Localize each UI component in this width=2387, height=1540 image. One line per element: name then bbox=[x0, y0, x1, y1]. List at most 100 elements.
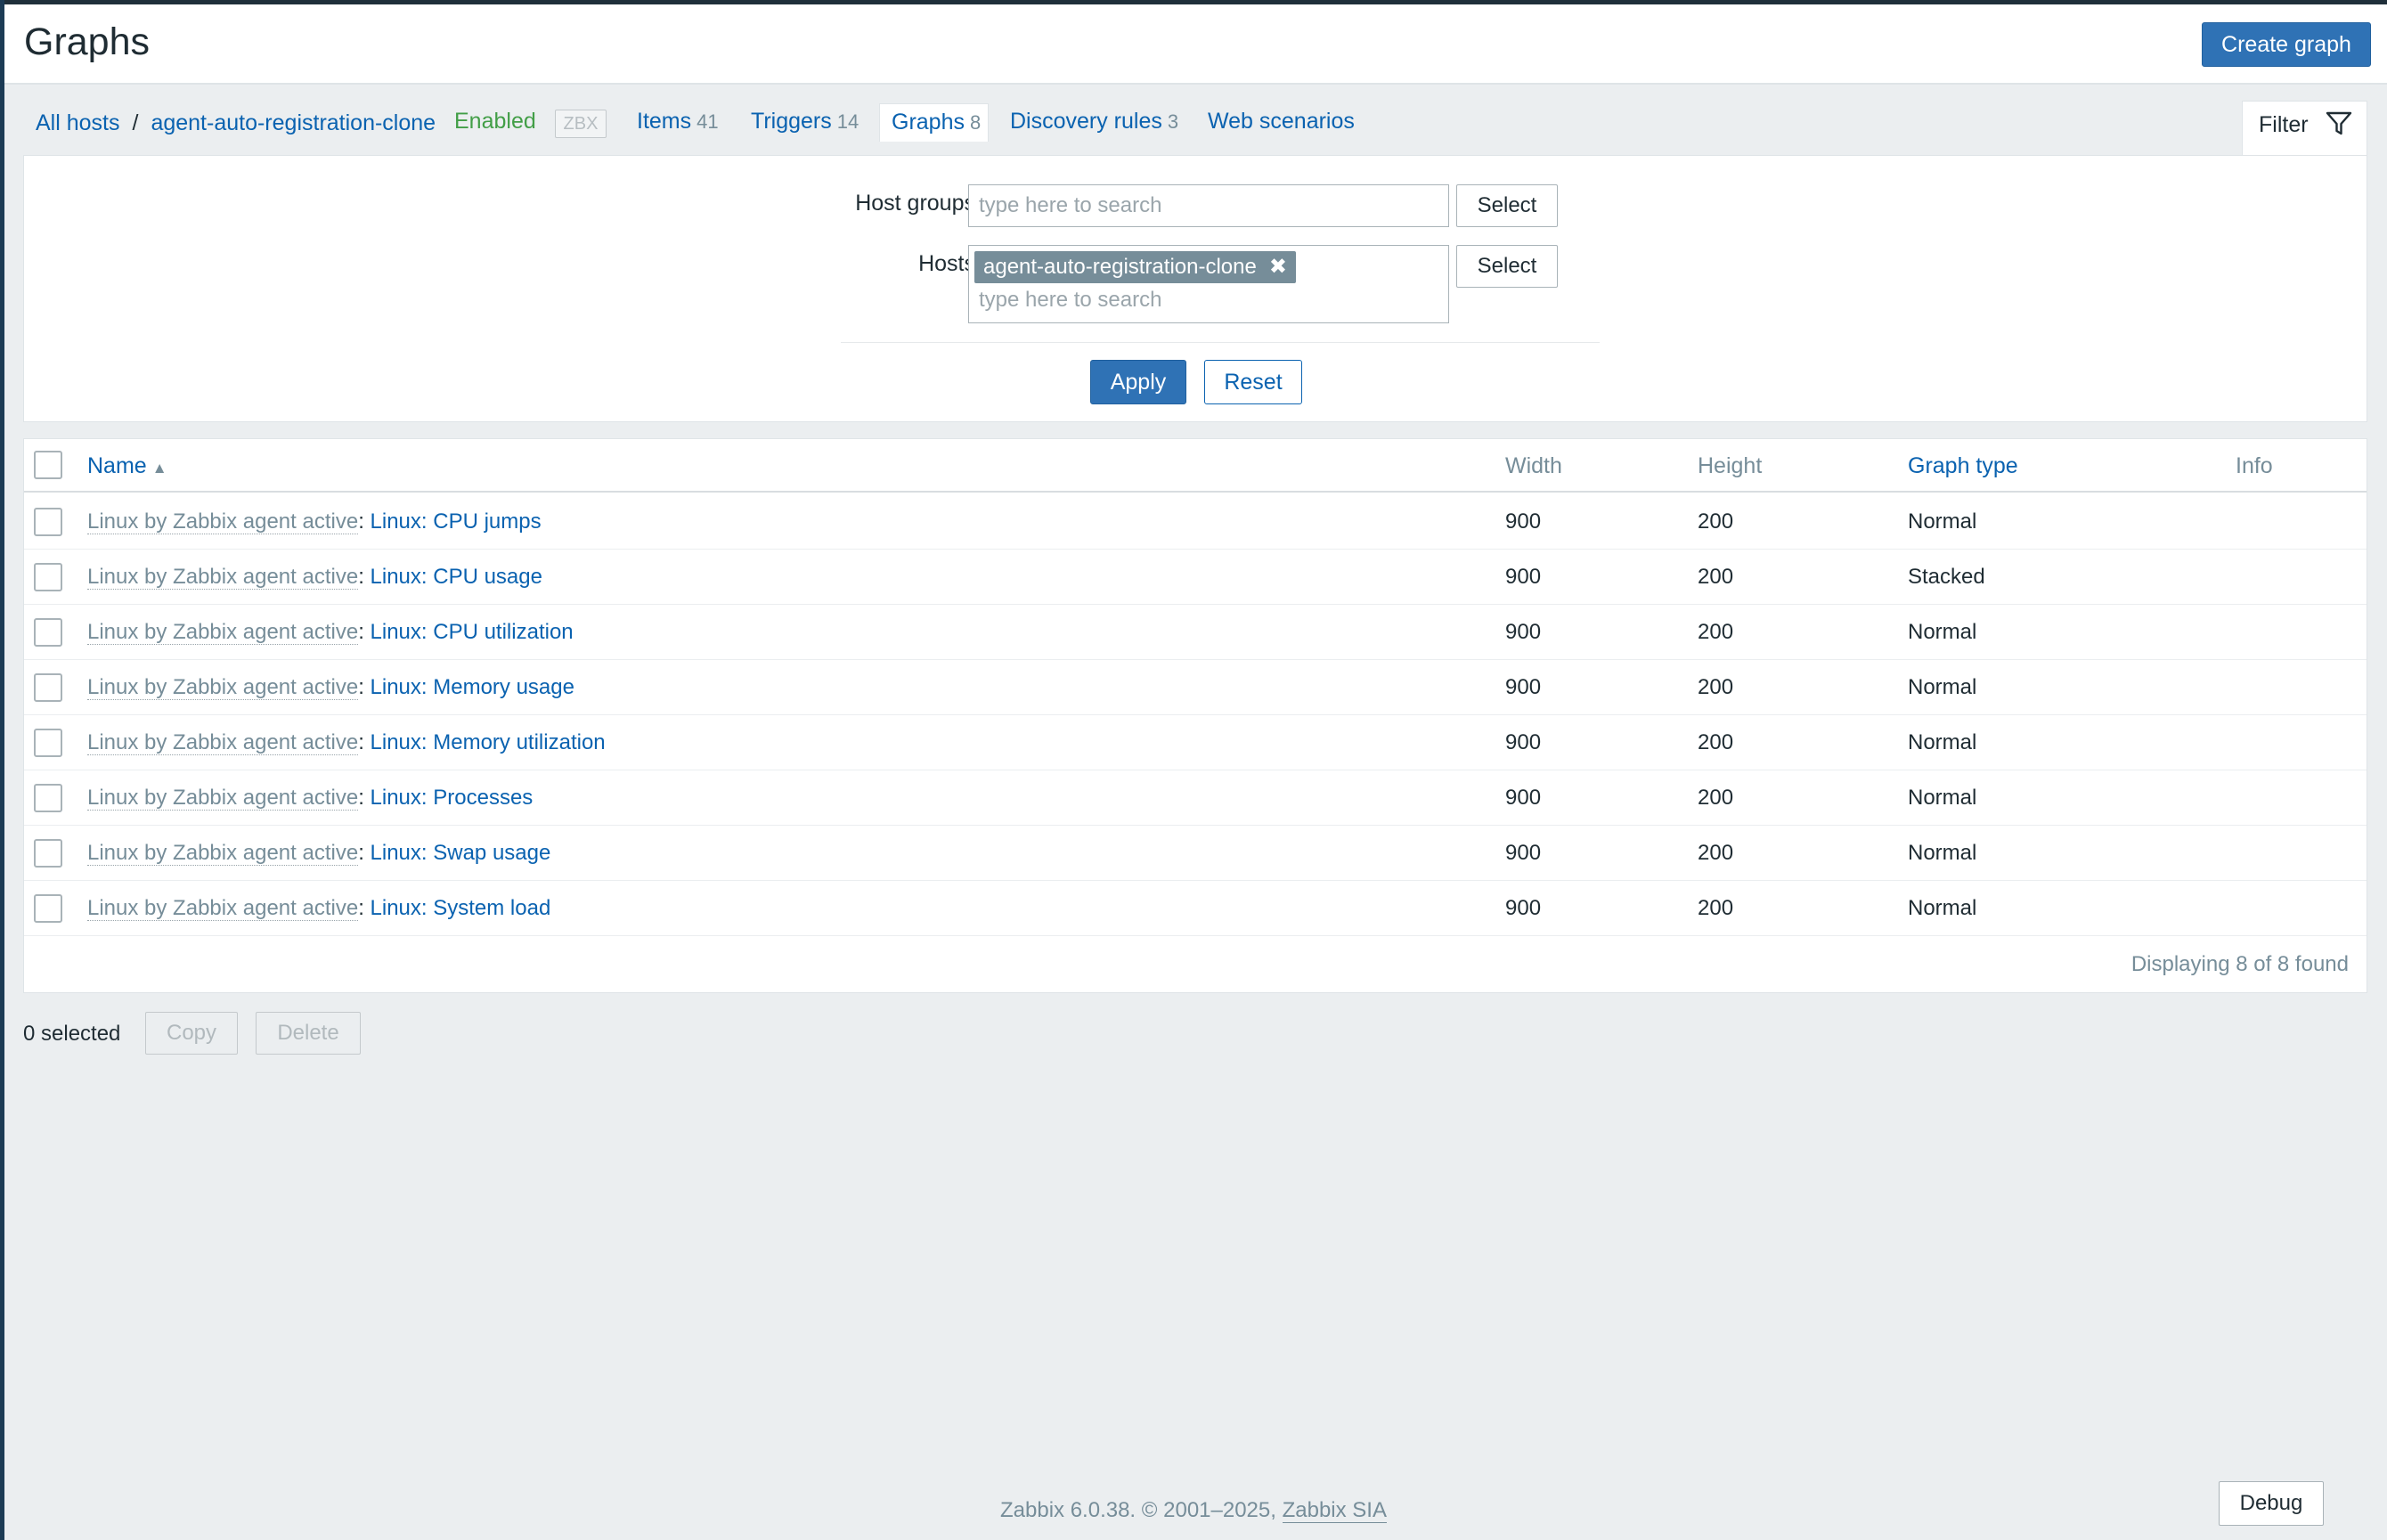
table-row: Linux by Zabbix agent active: Linux: Mem… bbox=[24, 715, 2367, 770]
template-link[interactable]: Linux by Zabbix agent active bbox=[87, 675, 359, 700]
height-cell: 200 bbox=[1698, 565, 1734, 589]
column-height-header: Height bbox=[1698, 453, 1763, 478]
delete-button[interactable]: Delete bbox=[256, 1012, 361, 1055]
filter-toggle-tab[interactable]: Filter bbox=[2242, 101, 2367, 156]
height-cell: 200 bbox=[1698, 675, 1734, 699]
tab-items-label: Items bbox=[637, 109, 692, 134]
select-all-checkbox[interactable] bbox=[34, 451, 62, 479]
breadcrumb: All hosts / agent-auto-registration-clon… bbox=[36, 107, 436, 139]
graph-name-link[interactable]: Linux: Swap usage bbox=[371, 841, 551, 865]
column-name-header[interactable]: Name ▲ bbox=[87, 453, 167, 479]
graph-name-cell: Linux by Zabbix agent active: Linux: Mem… bbox=[87, 730, 606, 755]
reset-button[interactable]: Reset bbox=[1204, 360, 1302, 404]
hosts-multiselect[interactable]: agent-auto-registration-clone ✖ type here… bbox=[968, 245, 1449, 323]
tab-web-scenarios[interactable]: Web scenarios bbox=[1208, 109, 1355, 134]
row-checkbox[interactable] bbox=[34, 508, 62, 536]
row-checkbox[interactable] bbox=[34, 729, 62, 757]
row-checkbox[interactable] bbox=[34, 894, 62, 923]
table-row: Linux by Zabbix agent active: Linux: Swa… bbox=[24, 826, 2367, 881]
tab-graphs[interactable]: Graphs 8 bbox=[879, 103, 989, 142]
table-row: Linux by Zabbix agent active: Linux: Pro… bbox=[24, 770, 2367, 826]
graph-name-cell: Linux by Zabbix agent active: Linux: Mem… bbox=[87, 675, 574, 700]
tab-triggers-label: Triggers bbox=[751, 109, 832, 134]
height-cell: 200 bbox=[1698, 786, 1734, 810]
template-link[interactable]: Linux by Zabbix agent active bbox=[87, 841, 359, 866]
template-link[interactable]: Linux by Zabbix agent active bbox=[87, 896, 359, 921]
width-cell: 900 bbox=[1505, 565, 1542, 589]
filter-funnel-icon bbox=[2326, 111, 2352, 135]
height-cell: 200 bbox=[1698, 841, 1734, 865]
selected-count: 0 selected bbox=[23, 1022, 121, 1046]
name-colon: : bbox=[358, 730, 371, 754]
graph-name-link[interactable]: Linux: CPU usage bbox=[371, 565, 542, 589]
tab-web-label: Web scenarios bbox=[1208, 109, 1355, 134]
debug-button[interactable]: Debug bbox=[2219, 1481, 2324, 1526]
host-groups-search-input[interactable]: type here to search bbox=[968, 184, 1449, 227]
width-cell: 900 bbox=[1505, 509, 1542, 534]
tab-graphs-label: Graphs bbox=[892, 110, 965, 134]
tab-triggers[interactable]: Triggers 14 bbox=[751, 109, 859, 134]
row-checkbox[interactable] bbox=[34, 618, 62, 647]
table-row: Linux by Zabbix agent active: Linux: Mem… bbox=[24, 660, 2367, 715]
template-link[interactable]: Linux by Zabbix agent active bbox=[87, 509, 359, 534]
tab-graphs-count: 8 bbox=[969, 111, 982, 134]
height-cell: 200 bbox=[1698, 620, 1734, 644]
graph-type-cell: Stacked bbox=[1908, 565, 1985, 589]
template-link[interactable]: Linux by Zabbix agent active bbox=[87, 565, 359, 590]
name-colon: : bbox=[358, 841, 371, 865]
page-header: Graphs Create graph bbox=[4, 4, 2387, 85]
tab-discovery-count: 3 bbox=[1167, 110, 1179, 133]
filter-tab-label: Filter bbox=[2259, 112, 2309, 137]
table-row: Linux by Zabbix agent active: Linux: CPU… bbox=[24, 605, 2367, 660]
name-colon: : bbox=[358, 896, 371, 920]
graph-name-link[interactable]: Linux: CPU utilization bbox=[371, 620, 574, 644]
create-graph-button[interactable]: Create graph bbox=[2202, 22, 2371, 67]
graph-type-cell: Normal bbox=[1908, 896, 1977, 920]
template-link[interactable]: Linux by Zabbix agent active bbox=[87, 786, 359, 811]
host-groups-select-button[interactable]: Select bbox=[1456, 184, 1558, 227]
name-colon: : bbox=[358, 509, 371, 534]
width-cell: 900 bbox=[1505, 786, 1542, 810]
copy-button[interactable]: Copy bbox=[145, 1012, 238, 1055]
zabbix-sia-link[interactable]: Zabbix SIA bbox=[1282, 1498, 1387, 1523]
host-status-enabled[interactable]: Enabled bbox=[454, 109, 536, 134]
tab-discovery-rules[interactable]: Discovery rules 3 bbox=[1010, 109, 1178, 134]
graph-type-cell: Normal bbox=[1908, 509, 1977, 534]
graph-name-link[interactable]: Linux: Memory utilization bbox=[371, 730, 606, 754]
graph-name-link[interactable]: Linux: Memory usage bbox=[371, 675, 574, 699]
hosts-search-input[interactable]: type here to search bbox=[979, 288, 1161, 313]
row-checkbox[interactable] bbox=[34, 673, 62, 702]
breadcrumb-host[interactable]: agent-auto-registration-clone bbox=[151, 110, 436, 136]
zbx-availability-badge: ZBX bbox=[555, 110, 607, 138]
name-colon: : bbox=[358, 675, 371, 699]
column-graph-type-header[interactable]: Graph type bbox=[1908, 453, 2018, 479]
template-link[interactable]: Linux by Zabbix agent active bbox=[87, 620, 359, 645]
row-checkbox[interactable] bbox=[34, 839, 62, 868]
chip-remove-icon[interactable]: ✖ bbox=[1269, 255, 1287, 279]
name-colon: : bbox=[358, 565, 371, 589]
height-cell: 200 bbox=[1698, 730, 1734, 754]
row-checkbox[interactable] bbox=[34, 784, 62, 812]
hosts-select-button[interactable]: Select bbox=[1456, 245, 1558, 288]
graph-name-link[interactable]: Linux: System load bbox=[371, 896, 551, 920]
breadcrumb-separator: / bbox=[132, 110, 139, 135]
name-colon: : bbox=[358, 786, 371, 810]
apply-button[interactable]: Apply bbox=[1090, 360, 1186, 404]
height-cell: 200 bbox=[1698, 509, 1734, 534]
tab-items[interactable]: Items 41 bbox=[637, 109, 719, 134]
graph-name-link[interactable]: Linux: Processes bbox=[371, 786, 534, 810]
displaying-count: Displaying 8 of 8 found bbox=[2130, 952, 2349, 976]
row-checkbox[interactable] bbox=[34, 563, 62, 591]
footer: Zabbix 6.0.38. © 2001–2025, Zabbix SIA bbox=[0, 1498, 2387, 1523]
graph-name-cell: Linux by Zabbix agent active: Linux: CPU… bbox=[87, 509, 542, 534]
breadcrumb-all-hosts[interactable]: All hosts bbox=[36, 110, 119, 136]
table-row: Linux by Zabbix agent active: Linux: CPU… bbox=[24, 550, 2367, 605]
height-cell: 200 bbox=[1698, 896, 1734, 920]
tab-items-count: 41 bbox=[697, 110, 719, 133]
template-link[interactable]: Linux by Zabbix agent active bbox=[87, 730, 359, 755]
footer-copyright: Zabbix 6.0.38. © 2001–2025, bbox=[1000, 1498, 1283, 1522]
graph-name-link[interactable]: Linux: CPU jumps bbox=[371, 509, 542, 534]
column-name-label: Name bbox=[87, 453, 147, 478]
graph-type-cell: Normal bbox=[1908, 786, 1977, 810]
graph-name-cell: Linux by Zabbix agent active: Linux: Pro… bbox=[87, 786, 533, 811]
